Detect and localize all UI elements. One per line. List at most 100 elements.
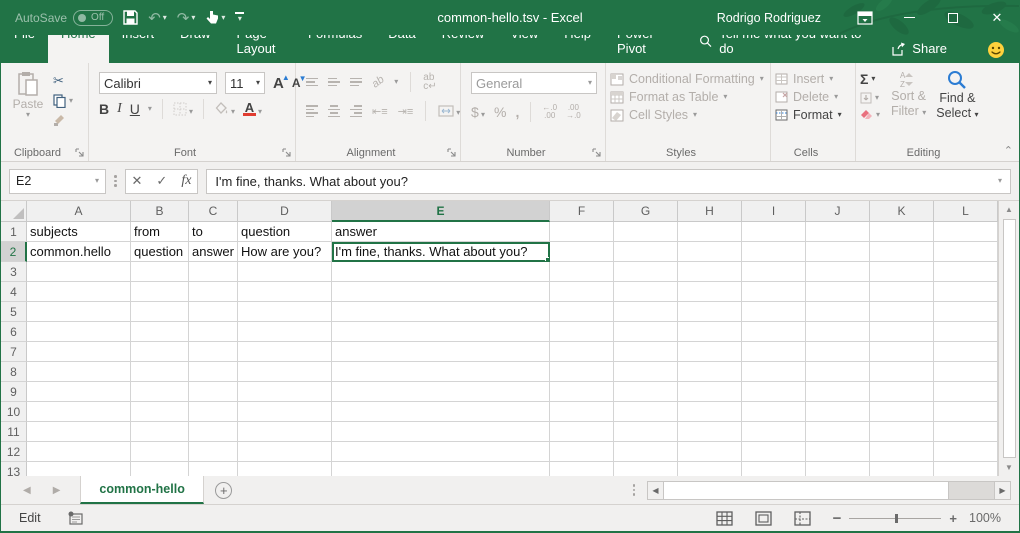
cell-F8[interactable] [550,362,614,382]
cell-H4[interactable] [678,282,742,302]
column-header-D[interactable]: D [238,201,332,222]
cell-D4[interactable] [238,282,332,302]
row-header-6[interactable]: 6 [1,322,27,342]
copy-button[interactable]: ▾ [53,94,73,108]
cell-K1[interactable] [870,222,934,242]
increase-indent-icon[interactable]: ⇥≡ [398,105,414,118]
customize-qat-button[interactable]: ▾ [235,12,244,23]
column-header-A[interactable]: A [27,201,131,222]
cell-D6[interactable] [238,322,332,342]
row-header-13[interactable]: 13 [1,462,27,476]
cell-F1[interactable] [550,222,614,242]
cell-styles-button[interactable]: Cell Styles ▾ [610,108,764,122]
touch-mouse-mode-button[interactable]: ▾ [205,10,225,25]
cancel-entry-button[interactable]: ✕ [132,173,143,189]
conditional-formatting-button[interactable]: Conditional Formatting ▾ [610,72,764,86]
orientation-caret-icon[interactable]: ▾ [394,78,398,86]
cell-J6[interactable] [806,322,870,342]
comma-button[interactable]: , [516,104,520,120]
cell-J4[interactable] [806,282,870,302]
cell-A10[interactable] [27,402,131,422]
cell-L2[interactable] [934,242,998,262]
maximize-button[interactable] [931,0,975,35]
format-painter-button[interactable] [53,113,73,126]
font-color-button[interactable]: A ▾ [243,102,262,116]
cell-C6[interactable] [189,322,238,342]
cell-I9[interactable] [742,382,806,402]
cell-J9[interactable] [806,382,870,402]
cell-G5[interactable] [614,302,678,322]
cell-K11[interactable] [870,422,934,442]
cell-K3[interactable] [870,262,934,282]
cell-B3[interactable] [131,262,189,282]
cell-J8[interactable] [806,362,870,382]
cell-C3[interactable] [189,262,238,282]
column-header-C[interactable]: C [189,201,238,222]
scroll-up-icon[interactable]: ▲ [999,201,1019,218]
cell-B6[interactable] [131,322,189,342]
touch-mode-caret-icon[interactable]: ▾ [221,14,225,22]
column-header-G[interactable]: G [614,201,678,222]
cell-K5[interactable] [870,302,934,322]
cell-C9[interactable] [189,382,238,402]
cell-I11[interactable] [742,422,806,442]
cell-G3[interactable] [614,262,678,282]
cell-E5[interactable] [332,302,550,322]
scroll-right-icon[interactable]: ▶ [994,481,1011,500]
cell-L6[interactable] [934,322,998,342]
user-name[interactable]: Rodrigo Rodriguez [717,11,821,25]
cell-K13[interactable] [870,462,934,476]
cell-F9[interactable] [550,382,614,402]
cell-F2[interactable] [550,242,614,262]
scroll-left-icon[interactable]: ◀ [647,481,664,500]
font-size-select[interactable]: 11 ▾ [225,72,265,94]
cell-H6[interactable] [678,322,742,342]
number-dialog-launcher[interactable] [592,148,602,158]
orientation-button[interactable]: ab [370,74,387,91]
cell-J1[interactable] [806,222,870,242]
fill-button[interactable]: ▾ [860,92,880,104]
cell-I8[interactable] [742,362,806,382]
cell-K10[interactable] [870,402,934,422]
align-bottom-icon[interactable] [350,78,362,87]
cell-E13[interactable] [332,462,550,476]
cell-H2[interactable] [678,242,742,262]
column-header-L[interactable]: L [934,201,998,222]
cell-F10[interactable] [550,402,614,422]
row-header-7[interactable]: 7 [1,342,27,362]
cell-D10[interactable] [238,402,332,422]
zoom-slider[interactable] [849,518,941,519]
format-cells-button[interactable]: Format ▾ [775,108,842,122]
cell-D1[interactable]: question [238,222,332,242]
cell-G8[interactable] [614,362,678,382]
zoom-level[interactable]: 100% [965,511,1001,525]
decrease-decimal-button[interactable]: .00→.0 [566,104,581,120]
cell-A11[interactable] [27,422,131,442]
cell-C10[interactable] [189,402,238,422]
underline-button[interactable]: U [130,101,140,117]
cell-D8[interactable] [238,362,332,382]
percent-button[interactable]: % [494,104,506,120]
cell-I5[interactable] [742,302,806,322]
undo-button[interactable]: ↶▾ [148,9,167,27]
fill-handle[interactable] [545,257,550,262]
cell-G6[interactable] [614,322,678,342]
column-header-B[interactable]: B [131,201,189,222]
scroll-down-icon[interactable]: ▼ [999,459,1019,476]
bold-button[interactable]: B [99,101,109,117]
cell-K8[interactable] [870,362,934,382]
cell-K12[interactable] [870,442,934,462]
page-break-preview-button[interactable] [794,511,811,526]
cell-A6[interactable] [27,322,131,342]
cell-H10[interactable] [678,402,742,422]
cell-D7[interactable] [238,342,332,362]
align-left-icon[interactable] [306,105,318,117]
cell-C12[interactable] [189,442,238,462]
row-header-1[interactable]: 1 [1,222,27,242]
cell-K7[interactable] [870,342,934,362]
formula-input[interactable]: I'm fine, thanks. What about you? ▾ [206,169,1011,194]
merge-caret-icon[interactable]: ▾ [456,109,460,117]
cell-L1[interactable] [934,222,998,242]
cell-L9[interactable] [934,382,998,402]
column-header-I[interactable]: I [742,201,806,222]
